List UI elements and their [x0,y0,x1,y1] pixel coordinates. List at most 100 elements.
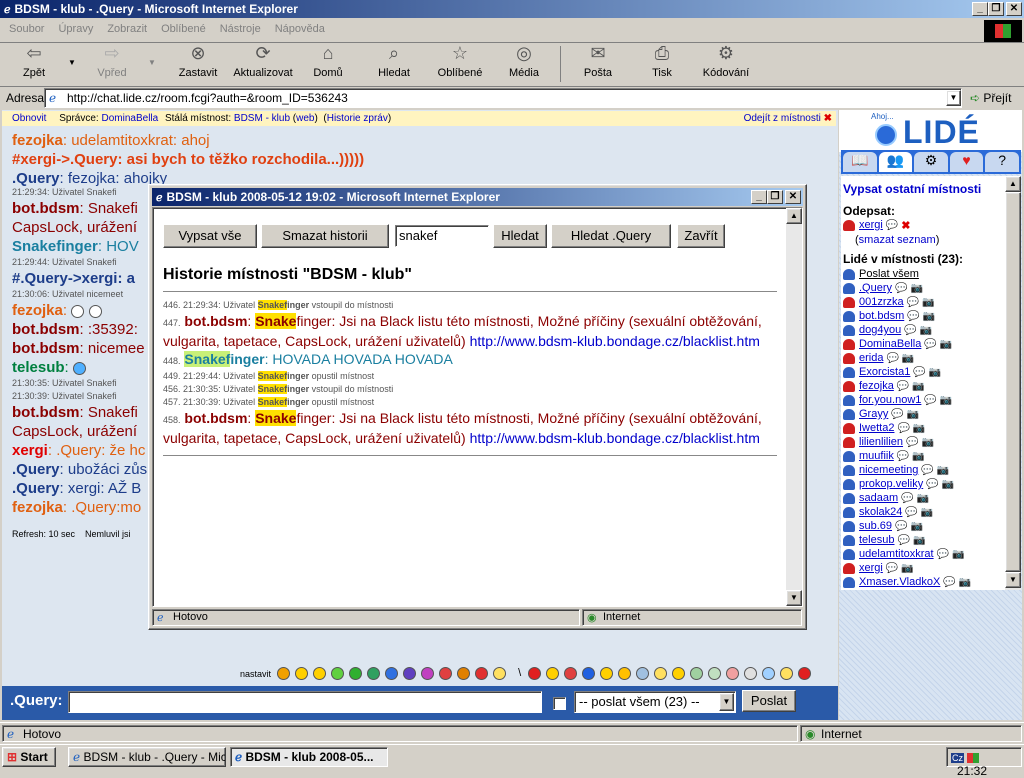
scroll-down-icon[interactable]: ▼ [1005,572,1021,588]
close-button[interactable]: ✕ [1006,2,1022,16]
room-link[interactable]: BDSM - klub [234,113,290,124]
menu-help[interactable]: Nápověda [268,20,332,38]
camera-icon[interactable]: 📷 [902,353,914,364]
favorites-button[interactable]: ☆ Oblíbené [428,42,492,79]
menu-tools[interactable]: Nástroje [213,20,268,38]
chat-bubble-icon[interactable]: 💬 [907,297,919,308]
refresh-link[interactable]: Obnovit [12,113,46,124]
emoji-icon[interactable] [457,667,471,680]
chat-bubble-icon[interactable]: 💬 [897,423,909,434]
user-name-link[interactable]: DominaBella [859,338,921,350]
camera-icon[interactable]: 📷 [913,423,925,434]
chat-bubble-icon[interactable]: 💬 [897,381,909,392]
message-input[interactable] [68,691,542,713]
camera-icon[interactable]: 📷 [907,409,919,420]
chat-bubble-icon[interactable]: 💬 [895,283,907,294]
chat-bubble-icon[interactable]: 💬 [897,535,909,546]
emoji-icon[interactable] [367,667,381,680]
forward-dropdown-icon[interactable]: ▼ [148,58,156,67]
media-button[interactable]: ◎ Média [492,42,556,79]
camera-icon[interactable]: 📷 [959,577,971,588]
user-name-link[interactable]: udelamtitoxkrat [859,548,934,560]
forward-button[interactable]: ⇨ Vpřed [80,42,144,79]
stop-button[interactable]: ⊗ Zastavit [166,42,230,79]
emoji-icon[interactable] [618,667,632,680]
list-rooms-link[interactable]: Vypsat ostatní místnosti [843,182,1003,196]
chat-bubble-icon[interactable]: 💬 [901,493,913,504]
blacklist-link[interactable]: http://www.bdsm-klub.bondage.cz/blacklis… [470,333,760,349]
chat-bubble-icon[interactable]: 💬 [891,409,903,420]
blacklist-link[interactable]: http://www.bdsm-klub.bondage.cz/blacklis… [470,430,760,446]
camera-icon[interactable]: 📷 [942,479,954,490]
start-button[interactable]: ⊞ Start [2,747,56,767]
help-icon[interactable]: ? [985,152,1019,172]
emoji-icon[interactable] [403,667,417,680]
camera-icon[interactable]: 📷 [937,465,949,476]
address-input[interactable]: ℯ http://chat.lide.cz/room.fcgi?auth=&ro… [44,88,962,108]
scroll-up-icon[interactable]: ▲ [786,208,802,224]
emoji-icon[interactable] [421,667,435,680]
camera-icon[interactable]: 📷 [929,367,941,378]
chat-bubble-icon[interactable]: 💬 [897,451,909,462]
menu-favorites[interactable]: Oblíbené [154,20,213,38]
chat-bubble-icon[interactable]: 💬 [924,339,936,350]
camera-icon[interactable]: 📷 [913,535,925,546]
heart-icon[interactable]: ♥ [949,152,984,172]
chat-bubble-icon[interactable]: 💬 [904,325,916,336]
emoji-icon[interactable] [385,667,399,680]
emoji-icon[interactable] [582,667,596,680]
mail-button[interactable]: ✉ Pošta [566,42,630,79]
chat-bubble-icon[interactable]: 💬 [907,311,919,322]
user-name-link[interactable]: Exorcista1 [859,366,910,378]
user-name-link[interactable]: sadaam [859,492,898,504]
popup-minimize-button[interactable]: _ [751,190,767,204]
user-name-link[interactable]: fezojka [859,380,894,392]
camera-icon[interactable]: 📷 [923,311,935,322]
user-name-link[interactable]: xergi [859,562,883,574]
emoji-icon[interactable] [493,667,507,680]
private-checkbox[interactable] [553,697,566,710]
history-search-input[interactable]: snakef [395,225,489,247]
chat-bubble-icon[interactable]: 💬 [886,563,898,574]
camera-icon[interactable]: 📷 [922,297,934,308]
user-name-link[interactable]: dog4you [859,324,901,336]
camera-icon[interactable]: 📷 [910,283,922,294]
task-history-window[interactable]: ℯ BDSM - klub 2008-05... [230,747,388,767]
camera-icon[interactable]: 📷 [921,507,933,518]
chat-bubble-icon[interactable]: 💬 [913,367,925,378]
emoji-icon[interactable] [600,667,614,680]
send-all-row[interactable]: Poslat všem [843,267,1003,281]
emoji-icon[interactable] [439,667,453,680]
emoji-icon[interactable] [672,667,686,680]
popup-scrollbar[interactable]: ▲ ▼ [786,208,802,606]
emoji-icon[interactable] [277,667,291,680]
user-name-link[interactable]: erida [859,352,883,364]
user-name-link[interactable]: lilienlilien [859,436,903,448]
back-dropdown-icon[interactable]: ▼ [68,58,76,67]
camera-icon[interactable]: 📷 [912,381,924,392]
camera-icon[interactable]: 📷 [917,493,929,504]
chat-bubble-icon[interactable]: 💬 [921,465,933,476]
minimize-button[interactable]: _ [972,2,988,16]
network-icon[interactable] [967,752,980,763]
emoji-icon[interactable] [636,667,650,680]
emoji-icon[interactable] [546,667,560,680]
emoji-icon[interactable] [744,667,758,680]
menu-view[interactable]: Zobrazit [100,20,154,38]
search-query-button[interactable]: Hledat .Query [551,224,671,248]
popup-maximize-button[interactable]: ❐ [767,190,783,204]
camera-icon[interactable]: 📷 [940,395,952,406]
go-button[interactable]: ➪ Přejít [970,91,1011,105]
chat-bubble-icon[interactable]: 💬 [886,353,898,364]
admin-link[interactable]: DominaBella [102,113,159,124]
scroll-up-icon[interactable]: ▲ [1005,176,1021,192]
print-button[interactable]: ⎙ Tisk [630,42,694,79]
emoji-icon[interactable] [690,667,704,680]
people-icon[interactable]: 👥 [878,152,913,172]
emoji-icon[interactable] [313,667,327,680]
leave-room[interactable]: Odejít z místnosti ✖ [744,111,832,126]
emoji-icon[interactable] [654,667,668,680]
chat-bubble-icon[interactable]: 💬 [943,577,955,588]
refresh-button[interactable]: ⟳ Aktualizovat [228,42,298,79]
scroll-down-icon[interactable]: ▼ [786,590,802,606]
